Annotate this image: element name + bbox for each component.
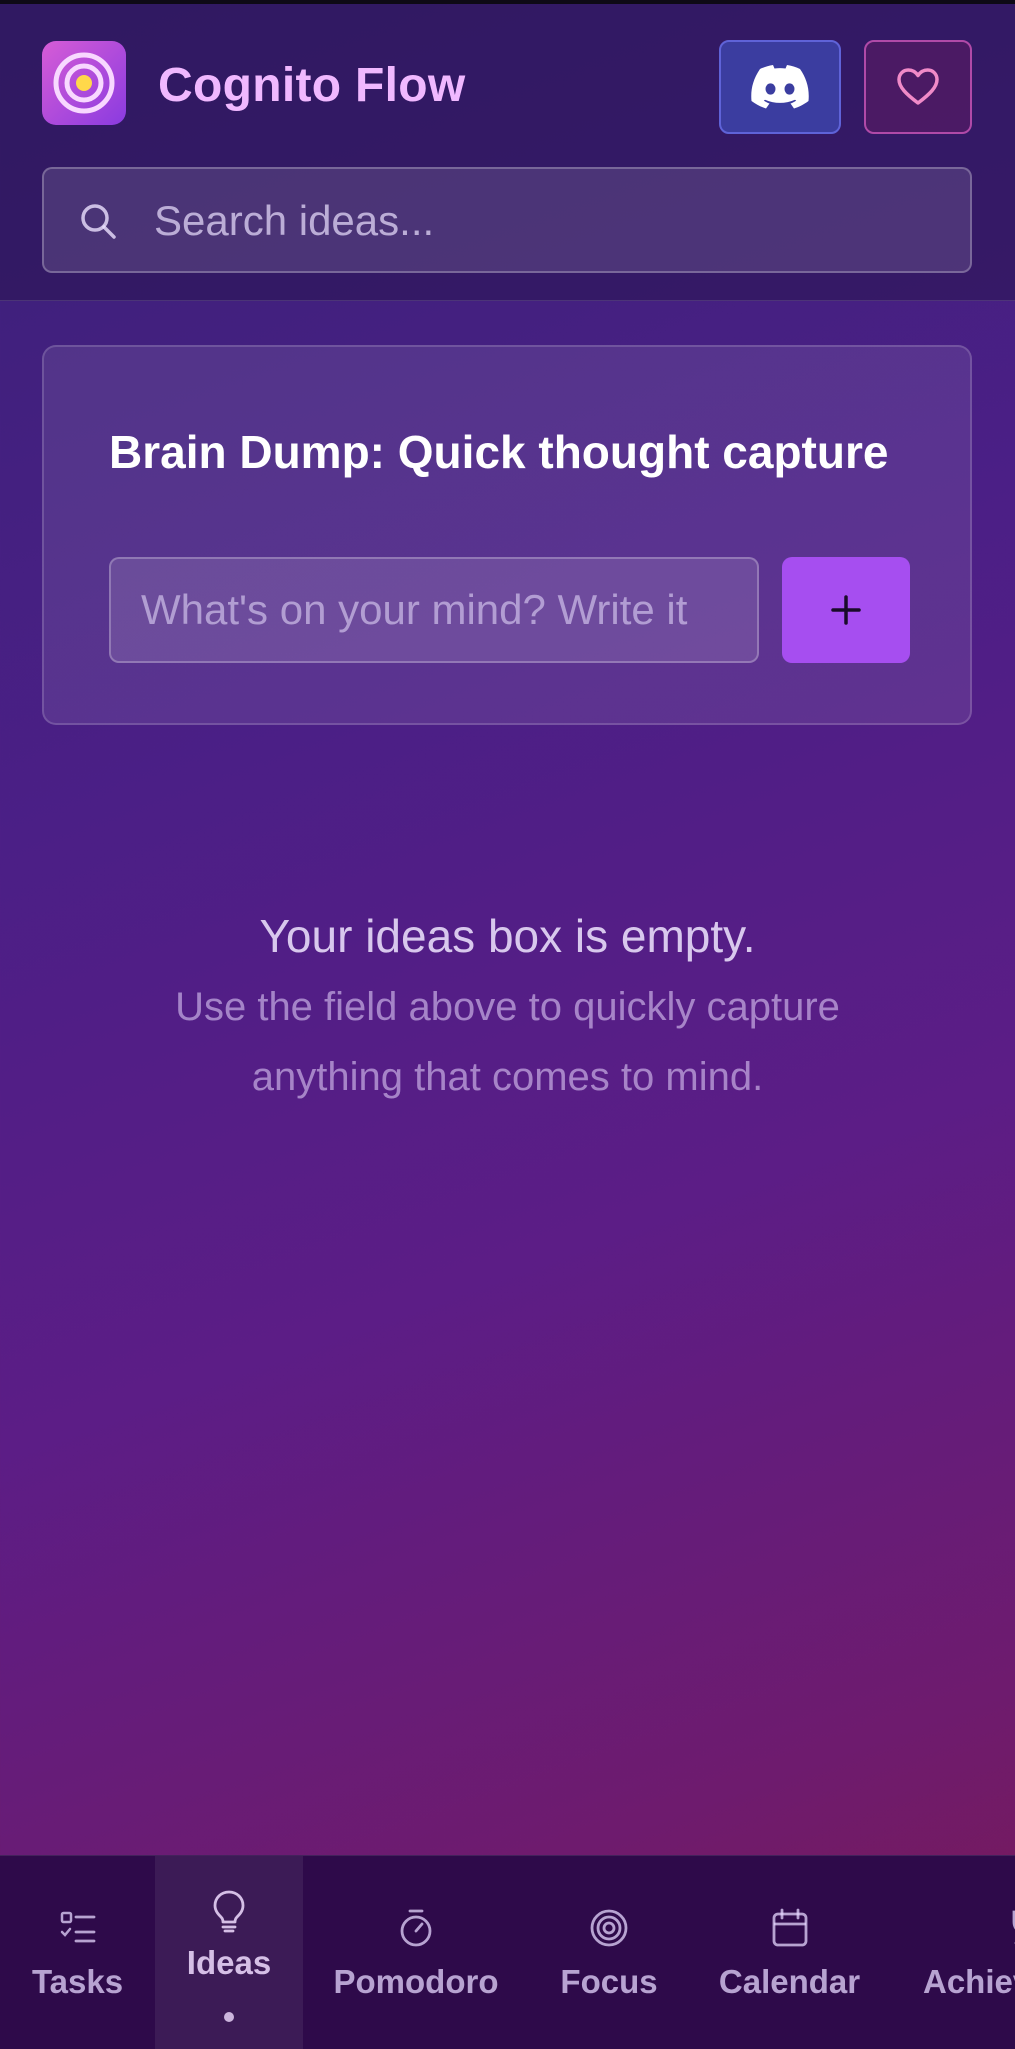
calendar-icon: [772, 1908, 807, 1947]
empty-state: Your ideas box is empty. Use the field a…: [0, 900, 1015, 1112]
discord-icon: [751, 65, 809, 109]
app-header: Cognito Flow: [0, 4, 1015, 301]
brain-dump-card: Brain Dump: Quick thought capture: [42, 345, 972, 725]
nav-item-calendar[interactable]: Calendar: [702, 1856, 877, 2049]
nav-item-ideas[interactable]: Ideas: [155, 1856, 303, 2049]
trophy-icon: [1012, 1910, 1015, 1944]
empty-state-line-2: anything that comes to mind.: [251, 1055, 764, 1099]
app-logo: [42, 41, 126, 125]
idea-input[interactable]: [109, 557, 759, 663]
search-icon: [81, 204, 116, 239]
bottom-nav: Tasks Ideas Pomodoro Focus Calendar Achi…: [0, 1855, 1015, 2049]
nav-item-tasks[interactable]: Tasks: [0, 1856, 155, 2049]
brain-dump-title: Brain Dump: Quick thought capture: [109, 426, 889, 478]
empty-state-line-1: Use the field above to quickly capture: [175, 985, 840, 1029]
tasks-icon: [60, 1911, 95, 1943]
nav-label-pomodoro: Pomodoro: [333, 1963, 499, 2000]
active-indicator-dot: [224, 2012, 234, 2022]
heart-icon: [897, 68, 939, 105]
nav-item-achievements[interactable]: Achievements: [893, 1856, 1015, 2049]
target-icon: [590, 1909, 628, 1947]
search-box[interactable]: [42, 167, 972, 273]
nav-label-focus: Focus: [560, 1963, 658, 2000]
timer-icon: [400, 1909, 432, 1947]
empty-state-title: Your ideas box is empty.: [259, 910, 756, 962]
target-logo-icon: [53, 52, 115, 114]
nav-label-tasks: Tasks: [31, 1963, 124, 2000]
discord-button[interactable]: [719, 40, 841, 134]
nav-label-calendar: Calendar: [718, 1963, 861, 2000]
app-title: Cognito Flow: [158, 59, 466, 112]
nav-label-achievements: Achievements: [923, 1963, 1015, 2000]
add-idea-button[interactable]: [782, 557, 910, 663]
nav-item-pomodoro[interactable]: Pomodoro: [318, 1856, 514, 2049]
nav-item-focus[interactable]: Focus: [530, 1856, 688, 2049]
nav-label-ideas: Ideas: [186, 1944, 272, 1981]
plus-icon: [831, 595, 861, 625]
lightbulb-icon: [213, 1890, 245, 1933]
search-input[interactable]: [152, 169, 936, 273]
donate-heart-button[interactable]: [864, 40, 972, 134]
